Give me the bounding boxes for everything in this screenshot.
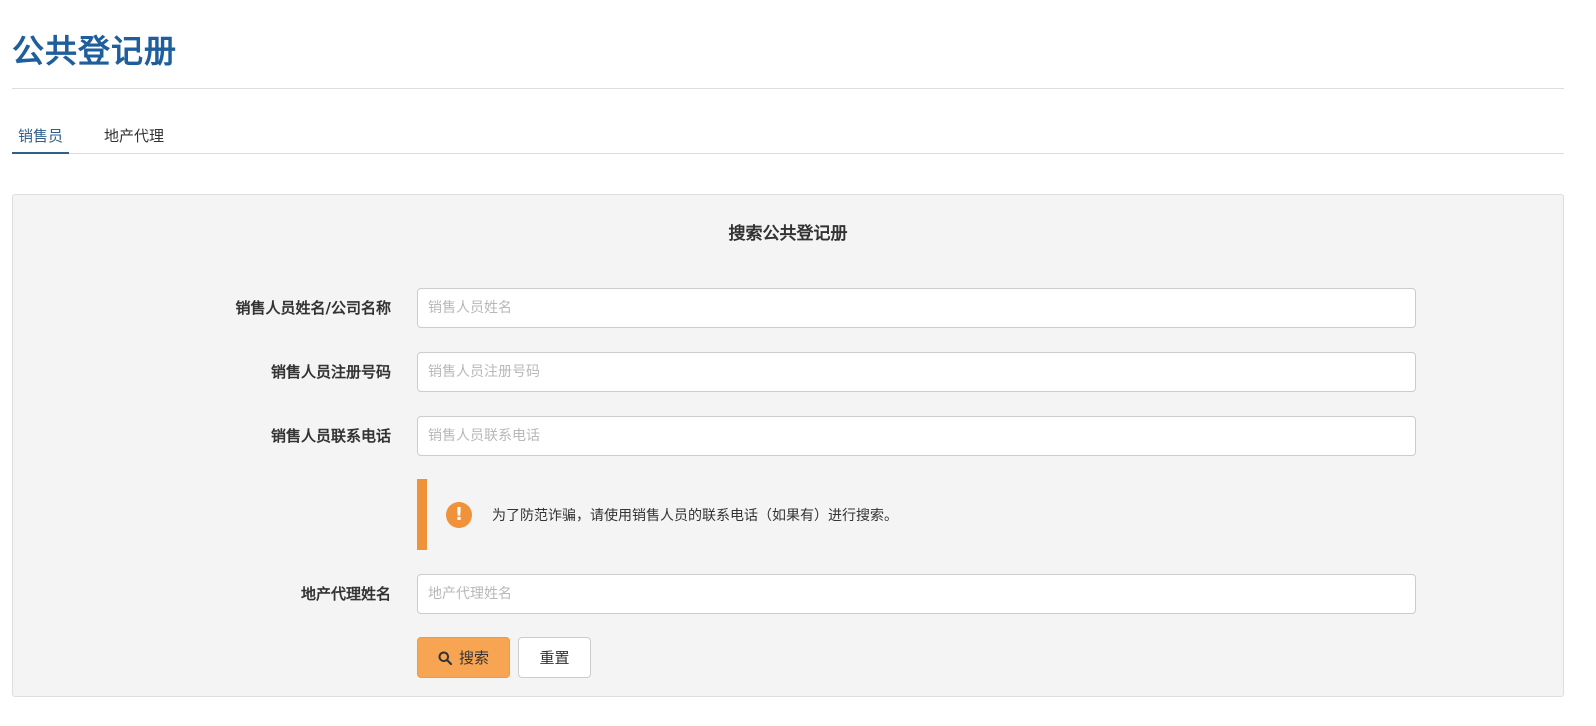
contact-phone-label: 销售人员联系电话 <box>270 427 391 445</box>
tab-estate-agent[interactable]: 地产代理 <box>104 118 170 154</box>
search-panel: 搜索公共登记册 销售人员姓名/公司名称 销售人员注册号码 销售人员联系电话 ! … <box>12 194 1564 697</box>
salesperson-name-label: 销售人员姓名/公司名称 <box>235 299 391 317</box>
registration-number-label: 销售人员注册号码 <box>270 363 391 381</box>
notice-text: 为了防范诈骗，请使用销售人员的联系电话（如果有）进行搜索。 <box>492 507 898 524</box>
fraud-notice: ! 为了防范诈骗，请使用销售人员的联系电话（如果有）进行搜索。 <box>417 479 977 550</box>
reset-button[interactable]: 重置 <box>518 637 591 678</box>
estate-agent-name-input[interactable] <box>417 574 1416 614</box>
search-button[interactable]: 搜索 <box>417 637 510 678</box>
tab-salesperson[interactable]: 销售员 <box>12 118 69 154</box>
tab-bar: 销售员 地产代理 <box>12 118 1564 154</box>
page-title: 公共登记册 <box>12 32 178 70</box>
panel-heading: 搜索公共登记册 <box>728 224 848 244</box>
salesperson-name-input[interactable] <box>417 288 1416 328</box>
search-button-label: 搜索 <box>458 649 489 667</box>
contact-phone-input[interactable] <box>417 416 1416 456</box>
reset-button-label: 重置 <box>539 649 570 667</box>
search-icon <box>438 651 452 665</box>
estate-agent-name-label: 地产代理姓名 <box>300 585 391 603</box>
registration-number-input[interactable] <box>417 352 1416 392</box>
exclamation-circle-icon: ! <box>446 501 472 528</box>
title-divider <box>12 88 1564 89</box>
